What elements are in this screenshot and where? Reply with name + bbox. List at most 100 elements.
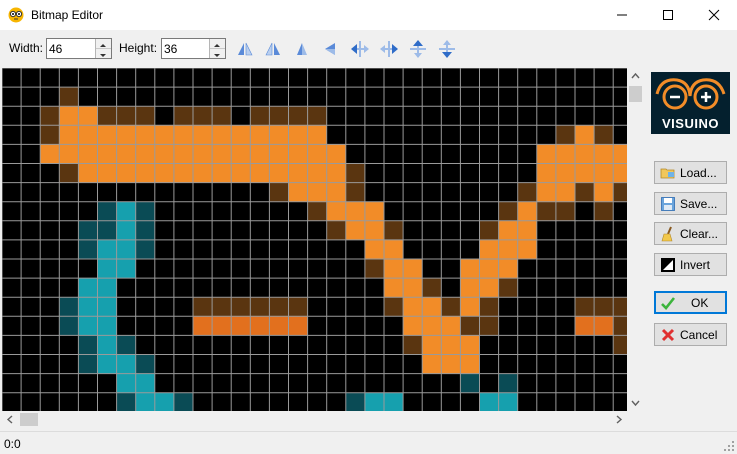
pixel[interactable] [555, 125, 575, 145]
pixel[interactable] [479, 278, 499, 298]
pixel[interactable] [575, 316, 595, 336]
pixel[interactable] [326, 201, 346, 221]
pixel[interactable] [479, 220, 499, 240]
pixel[interactable] [441, 354, 461, 374]
pixel[interactable] [135, 239, 155, 259]
pixel[interactable] [116, 259, 136, 279]
pixel[interactable] [97, 239, 117, 259]
pixel[interactable] [212, 144, 232, 164]
pixel[interactable] [97, 316, 117, 336]
pixel[interactable] [269, 125, 289, 145]
pixel[interactable] [460, 278, 480, 298]
pixel[interactable] [193, 144, 213, 164]
pixel[interactable] [59, 144, 79, 164]
pixel[interactable] [555, 163, 575, 183]
shift-down-icon[interactable] [436, 38, 458, 60]
ok-button[interactable]: OK [654, 291, 727, 314]
pixel[interactable] [78, 125, 98, 145]
pixel[interactable] [193, 125, 213, 145]
pixel[interactable] [613, 163, 627, 183]
pixel[interactable] [40, 125, 60, 145]
save-button[interactable]: Save... [654, 192, 727, 215]
pixel[interactable] [594, 201, 614, 221]
pixel[interactable] [613, 316, 627, 336]
pixel[interactable] [116, 144, 136, 164]
pixel[interactable] [460, 373, 480, 393]
pixel[interactable] [250, 106, 270, 126]
pixel[interactable] [384, 239, 404, 259]
pixel[interactable] [326, 220, 346, 240]
pixel[interactable] [173, 392, 193, 411]
resize-grip-icon[interactable] [723, 440, 735, 452]
clear-button[interactable]: Clear... [654, 222, 727, 245]
pixel[interactable] [307, 201, 327, 221]
pixel[interactable] [613, 335, 627, 355]
pixel[interactable] [269, 106, 289, 126]
pixel[interactable] [212, 316, 232, 336]
pixel[interactable] [441, 335, 461, 355]
pixel[interactable] [135, 392, 155, 411]
scroll-left-icon[interactable] [6, 415, 13, 424]
pixel[interactable] [422, 335, 442, 355]
pixel[interactable] [326, 182, 346, 202]
pixel[interactable] [78, 316, 98, 336]
pixel[interactable] [173, 106, 193, 126]
pixel[interactable] [307, 106, 327, 126]
pixel[interactable] [135, 201, 155, 221]
pixel[interactable] [555, 144, 575, 164]
pixel[interactable] [231, 144, 251, 164]
pixel[interactable] [231, 125, 251, 145]
vertical-scrollbar[interactable] [627, 68, 644, 411]
pixel[interactable] [326, 163, 346, 183]
pixel[interactable] [173, 125, 193, 145]
pixel[interactable] [555, 182, 575, 202]
pixel[interactable] [555, 201, 575, 221]
pixel[interactable] [212, 125, 232, 145]
horizontal-scroll-thumb[interactable] [20, 413, 38, 426]
pixel[interactable] [422, 297, 442, 317]
pixel[interactable] [460, 316, 480, 336]
pixel[interactable] [536, 163, 556, 183]
pixel[interactable] [116, 106, 136, 126]
pixel[interactable] [116, 125, 136, 145]
pixel[interactable] [498, 259, 518, 279]
vertical-scroll-thumb[interactable] [629, 86, 642, 102]
pixel[interactable] [307, 125, 327, 145]
shift-up-icon[interactable] [407, 38, 429, 60]
pixel[interactable] [536, 182, 556, 202]
pixel[interactable] [269, 163, 289, 183]
pixel[interactable] [154, 144, 174, 164]
pixel[interactable] [460, 259, 480, 279]
pixel[interactable] [403, 278, 423, 298]
pixel[interactable] [116, 392, 136, 411]
pixel[interactable] [422, 278, 442, 298]
pixel[interactable] [231, 297, 251, 317]
pixel[interactable] [498, 392, 518, 411]
mirror-horizontal-left-icon[interactable] [234, 38, 256, 60]
pixel[interactable] [116, 373, 136, 393]
pixel[interactable] [594, 125, 614, 145]
pixel[interactable] [345, 220, 365, 240]
pixel[interactable] [212, 297, 232, 317]
pixel[interactable] [250, 316, 270, 336]
width-spinner[interactable] [95, 39, 111, 58]
height-input[interactable] [164, 40, 208, 57]
width-input[interactable] [49, 40, 93, 57]
pixel[interactable] [345, 392, 365, 411]
scroll-down-icon[interactable] [631, 400, 640, 407]
pixel[interactable] [116, 335, 136, 355]
pixel[interactable] [269, 144, 289, 164]
spin-down-icon[interactable] [210, 49, 225, 58]
pixel[interactable] [269, 182, 289, 202]
pixel[interactable] [193, 316, 213, 336]
pixel[interactable] [97, 106, 117, 126]
pixel[interactable] [135, 220, 155, 240]
pixel[interactable] [78, 278, 98, 298]
pixel[interactable] [498, 220, 518, 240]
pixel[interactable] [59, 125, 79, 145]
pixel[interactable] [422, 354, 442, 374]
pixel[interactable] [78, 163, 98, 183]
pixel[interactable] [498, 239, 518, 259]
pixel[interactable] [231, 316, 251, 336]
pixel[interactable] [250, 163, 270, 183]
